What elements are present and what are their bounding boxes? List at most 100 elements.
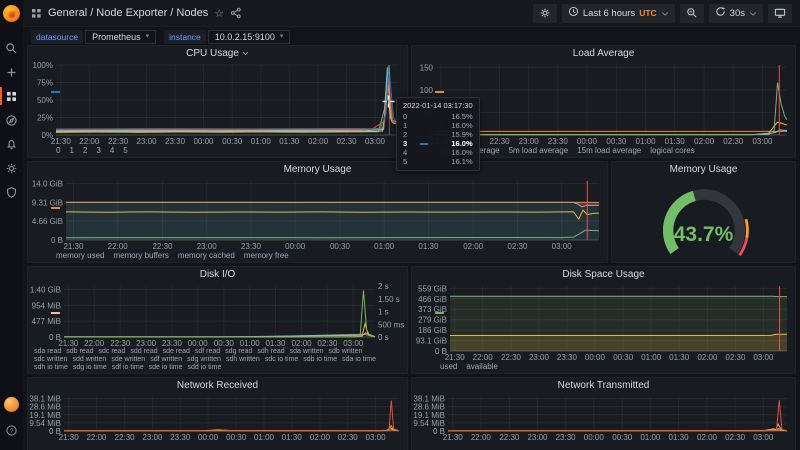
svg-text:21:30: 21:30 [445,353,466,362]
tooltip-row: 2 15.9% [403,130,473,145]
kiosk-mode-button[interactable] [768,3,792,23]
legend-item[interactable]: sdb written [51,312,363,355]
legend-item[interactable]: available [435,312,498,371]
legend-series-label: sda io time [342,356,376,363]
sidebar-item-alerting[interactable] [0,132,23,156]
network-transmitted-chart[interactable]: 21:30 22:00 22:30 23:00 23:30 00:00 00:30 01:00… [412,393,795,442]
svg-text:93.1 GiB: 93.1 GiB [416,337,447,346]
legend-item[interactable]: memory buffers [51,207,169,260]
legend-item[interactable]: sdd read [51,312,158,355]
legend-item[interactable]: 2 [51,91,87,155]
legend-item[interactable]: sdg read [51,312,252,355]
cpu-usage-chart[interactable]: 21:30 22:00 22:30 23:00 23:30 00:00 00:30 01:00… [28,61,407,146]
sidebar-item-create[interactable] [0,60,23,84]
panel-title[interactable]: Network Received [28,378,407,393]
legend-item[interactable]: sdf read [51,312,220,355]
panel-title[interactable]: Memory Usage [28,162,607,177]
tooltip-row: 0 16.5% [403,112,473,145]
legend-item[interactable]: memory free [51,207,289,260]
legend-item[interactable]: 3 [51,91,101,155]
user-avatar[interactable] [4,397,19,412]
sidebar-item-explore[interactable] [0,108,23,132]
legend-item[interactable]: sdh written [51,312,260,363]
legend-item[interactable]: 1 [51,91,74,155]
svg-text:23:00: 23:00 [142,433,163,442]
sidebar-item-search[interactable] [0,36,23,60]
network-received-legend [28,442,407,444]
legend-item[interactable]: sdh io time [34,312,68,371]
svg-text:03:00: 03:00 [343,339,364,348]
legend-series-label: sdc io time [264,356,299,363]
svg-text:4.66 GiB: 4.66 GiB [32,217,63,226]
legend-item[interactable]: used [435,312,457,371]
legend-series-label: sdb written [328,348,363,355]
sidebar-item-dashboards[interactable] [0,84,23,108]
legend-item[interactable]: sda read [34,312,62,355]
dashboard-settings-button[interactable] [532,3,557,23]
legend-item[interactable]: sdb read [51,312,94,355]
legend-item[interactable]: 4 [51,91,114,155]
legend-series-label: available [466,362,498,371]
datasource-variable-select[interactable]: Prometheus ▾ [85,29,157,44]
legend-item[interactable]: sdb io time [51,312,337,363]
sidebar-item-configuration[interactable] [0,156,23,180]
sidebar-item-help[interactable]: ? [0,418,23,442]
breadcrumb[interactable]: General / Node Exporter / Nodes [48,7,208,19]
panel-title[interactable]: Load Average [412,46,795,61]
legend-item[interactable]: sda io time [51,312,376,363]
instance-variable-select[interactable]: 10.0.2.15:9100 ▾ [207,29,291,44]
legend-item[interactable]: logical cores [435,91,695,155]
legend-item[interactable]: sdc read [51,312,125,355]
legend-item[interactable]: memory used [51,207,104,260]
legend-item[interactable]: sda written [51,312,324,355]
share-icon[interactable] [230,7,242,19]
network-received-chart[interactable]: 21:30 22:00 22:30 23:00 23:30 00:00 00:30 01:00… [28,393,407,442]
legend-item[interactable]: sdh read [51,312,285,355]
time-picker-button[interactable]: Last 6 hours UTC [561,3,675,23]
tooltip-timestamp: 2022-01-14 03:17:30 [403,101,473,110]
memory-usage-chart[interactable]: 21:30 22:00 22:30 23:00 23:30 00:00 00:30 01:00… [28,177,607,251]
panel-title[interactable]: CPU Usage [28,46,407,61]
legend-item[interactable]: sde written [51,312,145,363]
legend-item[interactable]: 5 [51,91,128,155]
legend-item[interactable]: memory cached [51,207,235,260]
zoom-out-button[interactable] [679,3,704,23]
legend-item[interactable]: sdd io time [51,312,221,371]
svg-text:?: ? [10,427,14,434]
legend-item[interactable]: 5m load average [435,91,569,155]
legend-item[interactable]: sdc io time [51,312,299,363]
disk-space-chart[interactable]: 21:30 22:00 22:30 23:00 23:30 00:00 00:30 01:00… [412,282,795,362]
legend-item[interactable]: sdg io time [51,312,107,371]
svg-text:02:30: 02:30 [507,242,528,251]
panel-title[interactable]: Memory Usage [612,162,795,177]
panel-title[interactable]: Disk I/O [28,267,407,282]
legend-item[interactable]: sdf io time [51,312,144,371]
apps-grid-icon [31,8,42,19]
top-navbar: General / Node Exporter / Nodes ☆ Last 6… [23,0,800,27]
svg-text:02:30: 02:30 [317,339,338,348]
legend-item[interactable]: sde io time [51,312,182,371]
legend-item[interactable]: sdg written [51,312,221,363]
panel-title[interactable]: Network Transmitted [412,378,795,393]
legend-item[interactable]: sdc written [34,312,67,363]
legend-item[interactable]: 15m load average [435,91,641,155]
gauge-value: 43.7% [673,223,734,246]
grafana-logo-icon[interactable] [3,5,20,22]
svg-text:00:30: 00:30 [606,137,627,146]
legend-item[interactable]: sdf written [51,312,182,363]
svg-text:00:00: 00:00 [198,433,219,442]
legend-item[interactable]: sde read [51,312,190,355]
svg-text:1 s: 1 s [378,308,389,317]
disk-io-chart[interactable]: 21:30 22:00 22:30 23:00 23:30 00:00 00:30 01:00… [28,282,407,348]
star-icon[interactable]: ☆ [214,7,224,20]
svg-text:0 B: 0 B [49,427,61,436]
legend-item[interactable]: sdd written [51,312,106,363]
refresh-button[interactable]: 30s [708,3,763,23]
legend-series-label: 5m load average [508,146,569,155]
sidebar-item-server-admin[interactable] [0,180,23,204]
legend-item[interactable]: 0 [51,91,60,155]
chevron-down-icon [661,4,669,22]
panel-title[interactable]: Disk Space Usage [412,267,795,282]
legend-series-label: sda read [34,348,62,355]
bell-icon [5,138,18,151]
